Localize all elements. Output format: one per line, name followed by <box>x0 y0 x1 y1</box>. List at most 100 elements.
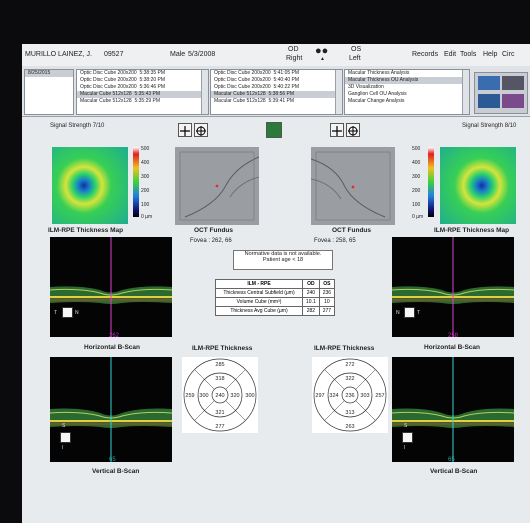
navigation-crosshair-icon[interactable] <box>62 307 73 318</box>
os-etdrs-grid: 272 322 297 324 236 303 257 313 263 <box>312 357 388 433</box>
table-row: Thickness Avg Cube (µm) 282 277 <box>215 306 336 316</box>
list-item[interactable]: Macular Cube 512x128 5:35:29 PM <box>77 98 208 105</box>
list-item[interactable]: Optic Disc Cube 200x200 5:36:46 PM <box>77 84 208 91</box>
od-fovea: Fovea : 262, 66 <box>190 238 232 244</box>
scale-tick: 100 <box>412 202 421 208</box>
navigation-crosshair-icon[interactable] <box>60 432 71 443</box>
os-thickness-map[interactable] <box>440 147 516 224</box>
os-fovea: Fovea : 258, 65 <box>314 238 356 244</box>
report-area: Signal Strength 7/10 Signal Strength 8/1… <box>22 117 530 523</box>
list-item[interactable]: Macular Thickness Analysis <box>345 70 469 77</box>
os-vertical-bscan[interactable]: S I <box>392 357 514 462</box>
os-side-label: Left <box>349 55 361 62</box>
scale-tick: 300 <box>412 174 421 180</box>
od-etdrs-title: ILM-RPE Thickness <box>192 345 253 352</box>
temporal-label: T <box>417 310 421 316</box>
scale-tick: 400 <box>412 160 421 166</box>
table-header: OS <box>318 279 336 289</box>
od-vertical-index: 65 <box>109 457 116 463</box>
color-scale-bar <box>133 147 139 217</box>
od-side-label: Right <box>286 55 303 62</box>
os-inner-temporal: 324 <box>329 393 338 399</box>
list-item[interactable]: Optic Disc Cube 200x200 5:41:05 PM <box>211 70 342 77</box>
od-outer-nasal: 259 <box>185 393 194 399</box>
od-fundus-title: OCT Fundus <box>194 227 233 234</box>
analysis-list[interactable]: Macular Thickness Analysis Macular Thick… <box>344 69 470 115</box>
od-oct-fundus[interactable] <box>175 147 259 225</box>
list-item[interactable]: Optic Disc Cube 200x200 5:40:40 PM <box>211 77 342 84</box>
od-horizontal-bscan[interactable]: T N <box>50 237 172 337</box>
list-item[interactable]: Optic Disc Cube 200x200 5:38:20 PM <box>77 77 208 84</box>
table-header: OD <box>302 279 320 289</box>
patient-name: MURILLO LAINEZ, J. <box>25 51 92 58</box>
os-label: OS <box>351 46 362 53</box>
patient-sex: Male <box>170 51 186 58</box>
os-scan-list[interactable]: Optic Disc Cube 200x200 5:41:05 PM Optic… <box>210 69 343 115</box>
crosshair-icon[interactable] <box>194 123 208 137</box>
od-outer-superior: 285 <box>215 362 224 368</box>
nasal-label: N <box>75 310 79 316</box>
scrollbar[interactable] <box>201 70 208 114</box>
od-outer-inferior: 277 <box>215 424 224 430</box>
od-thickness-map-title: ILM-RPE Thickness Map <box>48 227 124 234</box>
menu-edit[interactable]: Edit <box>444 51 456 58</box>
os-horizontal-bscan[interactable]: N T <box>392 237 514 337</box>
os-outer-inferior: 263 <box>345 424 354 430</box>
thickness-table: ILM - RPE OD OS Thickness Central Subfie… <box>215 279 336 316</box>
triangle-icon: ▲ <box>320 56 325 62</box>
os-vertical-index: 65 <box>448 457 455 463</box>
grid-icon[interactable] <box>178 123 192 137</box>
table-row: Volume Cube (mm³) 10.1 10 <box>215 297 336 307</box>
inferior-label: I <box>404 445 406 451</box>
od-vertical-bscan[interactable]: S I <box>50 357 172 462</box>
list-item[interactable]: Optic Disc Cube 200x200 5:40:22 PM <box>211 84 342 91</box>
scale-tick: 300 <box>141 174 150 180</box>
exam-date-list[interactable]: 8/25/2015 <box>24 69 74 115</box>
list-item[interactable]: 3D Visualization <box>345 84 469 91</box>
menu-records[interactable]: Records <box>412 51 438 58</box>
od-inner-inferior: 321 <box>215 410 224 416</box>
menu-help[interactable]: Help <box>483 51 497 58</box>
crosshair-icon[interactable] <box>346 123 360 137</box>
scale-tick: 200 <box>412 188 421 194</box>
color-scale-bar <box>428 147 434 217</box>
menu-tools[interactable]: Tools <box>460 51 476 58</box>
navigation-crosshair-icon[interactable] <box>402 432 413 443</box>
normative-notice: Normative data is not available. Patient… <box>233 250 333 270</box>
patient-header: MURILLO LAINEZ, J. 09527 Male 5/3/2008 O… <box>22 44 530 67</box>
grid-icon[interactable] <box>330 123 344 137</box>
od-etdrs-grid: 285 318 259 300 240 320 300 321 277 <box>182 357 258 433</box>
list-item[interactable]: Macular Cube 512x128 5:38:56 PM <box>211 91 342 98</box>
od-scan-list[interactable]: Optic Disc Cube 200x200 5:38:35 PM Optic… <box>76 69 209 115</box>
exam-date[interactable]: 8/25/2015 <box>25 70 73 77</box>
list-item[interactable]: Macular Cube 512x128 5:35:43 PM <box>77 91 208 98</box>
navigation-crosshair-icon[interactable] <box>404 307 415 318</box>
os-inner-inferior: 313 <box>345 410 354 416</box>
layers-icon[interactable] <box>266 122 282 138</box>
table-header: ILM - RPE <box>215 279 303 289</box>
os-oct-fundus[interactable] <box>311 147 395 225</box>
os-horizontal-title: Horizontal B-Scan <box>424 344 480 351</box>
list-item[interactable]: Macular Cube 512x128 5:39:41 PM <box>211 98 342 105</box>
temporal-label: T <box>54 310 58 316</box>
os-thickness-map-title: ILM-RPE Thickness Map <box>434 227 510 234</box>
od-label: OD <box>288 46 299 53</box>
od-thickness-map[interactable] <box>52 147 128 224</box>
od-inner-temporal: 320 <box>230 393 239 399</box>
list-item[interactable]: Ganglion Cell OU Analysis <box>345 91 469 98</box>
list-item[interactable]: Macular Change Analysis <box>345 98 469 105</box>
menu-circle[interactable]: Circ <box>502 51 514 58</box>
scrollbar[interactable] <box>462 70 469 114</box>
export-icon[interactable] <box>478 94 500 108</box>
list-item[interactable]: Macular Thickness OU Analysis <box>345 77 469 84</box>
patient-id: 09527 <box>104 51 124 58</box>
save-icon[interactable] <box>502 76 524 90</box>
scale-tick: 0 µm <box>141 214 153 220</box>
od-vertical-title: Vertical B-Scan <box>92 468 140 475</box>
print-icon[interactable] <box>478 76 500 90</box>
list-item[interactable]: Optic Disc Cube 200x200 5:38:35 PM <box>77 70 208 77</box>
scrollbar[interactable] <box>335 70 342 114</box>
review-icon[interactable] <box>502 94 524 108</box>
os-outer-temporal: 297 <box>315 393 324 399</box>
scale-tick: 0 µm <box>412 214 424 220</box>
